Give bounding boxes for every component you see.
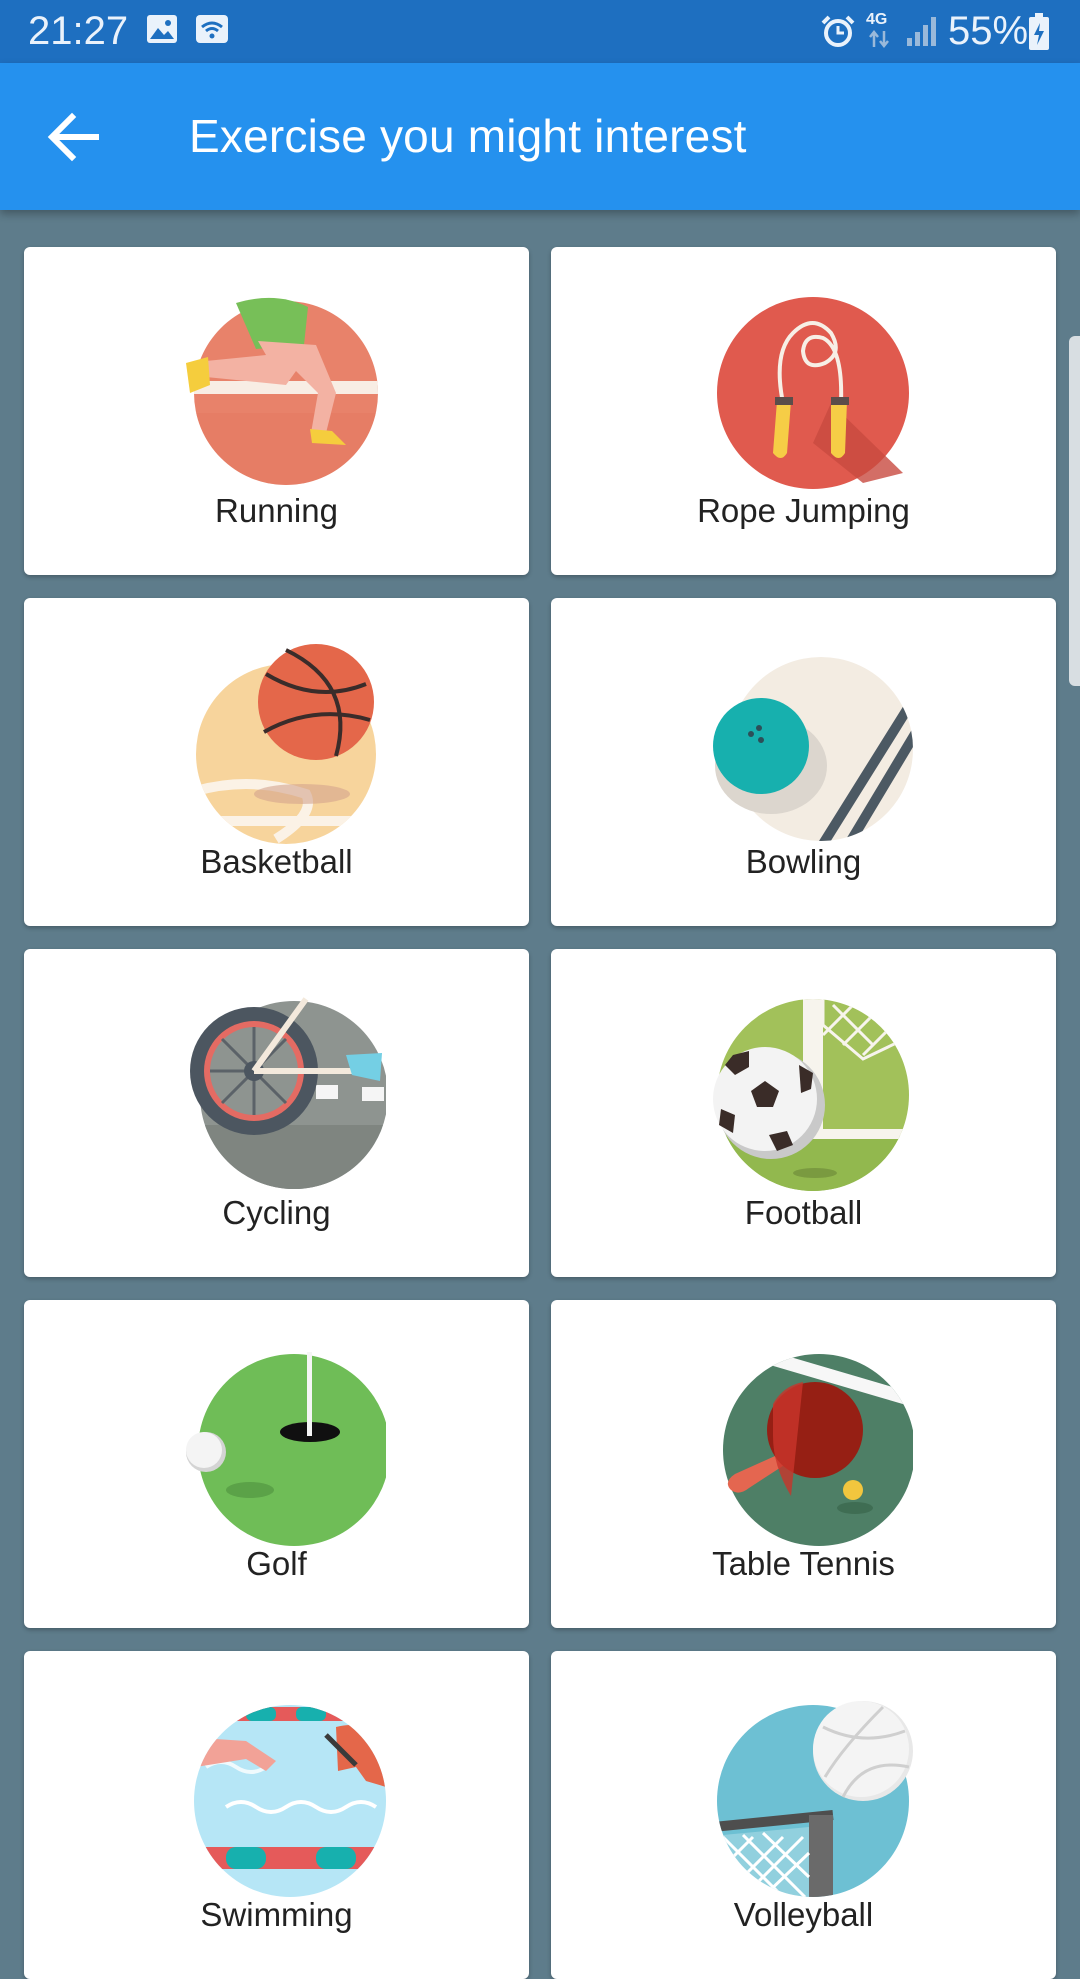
battery-charging-icon bbox=[1029, 13, 1049, 50]
exercise-label: Golf bbox=[246, 1545, 307, 1582]
exercise-card-golf[interactable]: Golf bbox=[24, 1300, 529, 1628]
exercise-card-cycling[interactable]: Cycling bbox=[24, 949, 529, 1277]
scrollbar-thumb[interactable] bbox=[1069, 336, 1080, 686]
exercise-card-swimming[interactable]: Swimming bbox=[24, 1651, 529, 1979]
signal-icon bbox=[907, 17, 936, 46]
golf-icon bbox=[186, 1352, 386, 1546]
table-tennis-icon bbox=[723, 1354, 913, 1546]
arrow-left-icon[interactable] bbox=[44, 111, 102, 163]
exercise-label: Rope Jumping bbox=[697, 492, 910, 529]
football-icon bbox=[713, 999, 909, 1191]
network-type: 4G bbox=[866, 11, 888, 28]
exercise-label: Football bbox=[744, 1194, 863, 1231]
exercise-label: Bowling bbox=[745, 843, 862, 880]
exercise-card-table-tennis[interactable]: Table Tennis bbox=[551, 1300, 1056, 1628]
exercise-card-running[interactable]: Running bbox=[24, 247, 529, 575]
bowling-icon bbox=[713, 657, 913, 841]
exercise-grid: Running Rope Jumping Basketball Bowling … bbox=[0, 210, 1080, 1979]
exercise-card-volleyball[interactable]: Volleyball bbox=[551, 1651, 1056, 1979]
exercise-label: Swimming bbox=[200, 1896, 353, 1933]
swimming-icon bbox=[194, 1705, 386, 1897]
exercise-card-basketball[interactable]: Basketball bbox=[24, 598, 529, 926]
battery-percent: 55% bbox=[948, 9, 1029, 53]
app-bar: Exercise you might interest bbox=[0, 63, 1080, 210]
exercise-card-rope-jumping[interactable]: Rope Jumping bbox=[551, 247, 1056, 575]
exercise-card-football[interactable]: Football bbox=[551, 949, 1056, 1277]
cycling-icon bbox=[190, 997, 386, 1189]
exercise-label: Volleyball bbox=[733, 1896, 874, 1933]
page-title: Exercise you might interest bbox=[189, 110, 747, 162]
exercise-label: Basketball bbox=[200, 843, 353, 880]
image-icon bbox=[147, 15, 177, 43]
volleyball-icon bbox=[717, 1701, 913, 1897]
exercise-label: Cycling bbox=[222, 1194, 331, 1231]
wifi-icon bbox=[196, 15, 228, 43]
status-bar: 21:27 4G 55% bbox=[0, 0, 1080, 63]
running-icon bbox=[186, 297, 378, 485]
exercise-label: Running bbox=[215, 492, 338, 529]
status-time: 21:27 bbox=[28, 9, 129, 53]
exercise-label: Table Tennis bbox=[712, 1545, 895, 1582]
data-arrows-icon: 4G bbox=[866, 11, 892, 49]
basketball-icon bbox=[196, 644, 376, 844]
alarm-icon bbox=[821, 15, 855, 47]
rope-jumping-icon bbox=[717, 297, 909, 489]
exercise-card-bowling[interactable]: Bowling bbox=[551, 598, 1056, 926]
